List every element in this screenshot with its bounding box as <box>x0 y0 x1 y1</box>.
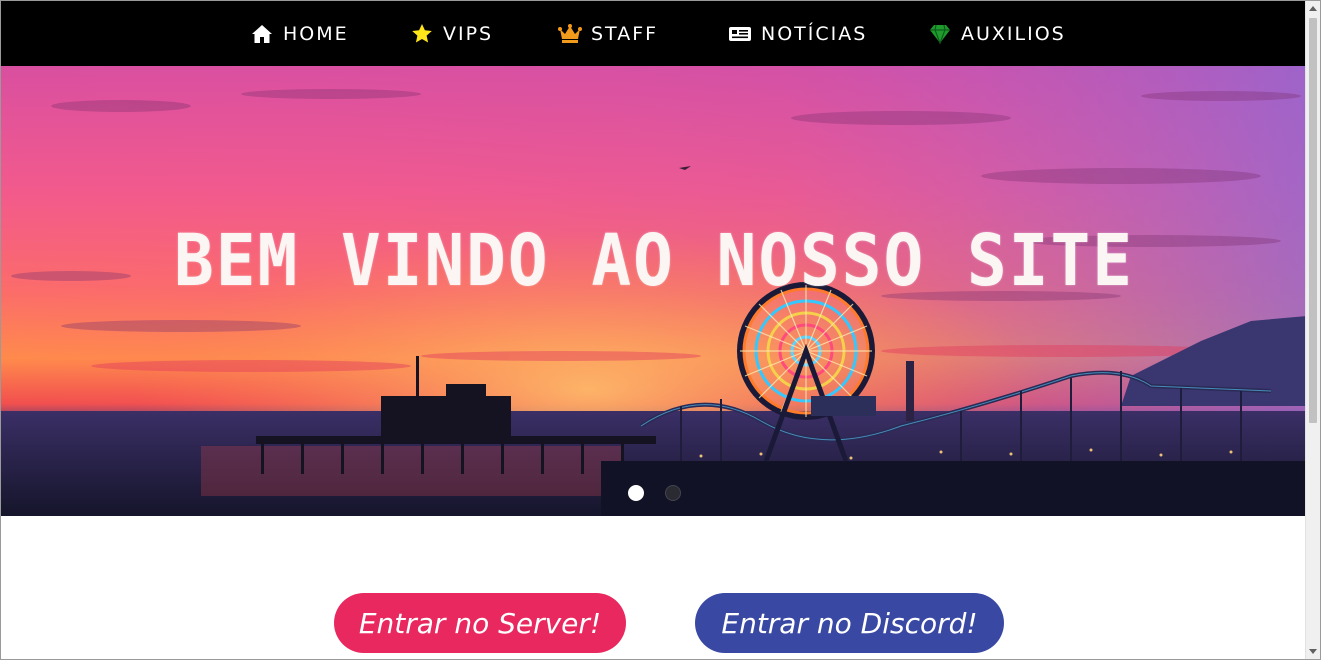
vertical-scrollbar[interactable] <box>1305 1 1320 659</box>
newspaper-icon <box>728 23 752 45</box>
nav-vips-label: VIPS <box>443 22 494 45</box>
join-discord-button[interactable]: Entrar no Discord! <box>695 593 1004 653</box>
nav-staff[interactable]: STAFF <box>558 1 658 66</box>
scroll-up-arrow-icon[interactable] <box>1309 6 1317 11</box>
join-server-button[interactable]: Entrar no Server! <box>334 593 626 653</box>
hero-title: BEM VINDO AO NOSSO SITE <box>174 218 1134 303</box>
crown-icon <box>558 23 582 45</box>
nav-home-label: HOME <box>283 22 349 45</box>
nav-staff-label: STAFF <box>591 22 659 45</box>
nav-noticias-label: NOTÍCIAS <box>761 22 868 45</box>
nav-vips[interactable]: VIPS <box>410 1 493 66</box>
scroll-down-arrow-icon[interactable] <box>1309 649 1317 654</box>
hero-carousel: BEM VINDO AO NOSSO SITE <box>1 66 1307 516</box>
nav-noticias[interactable]: NOTÍCIAS <box>728 1 867 66</box>
scrollbar-thumb[interactable] <box>1309 18 1317 423</box>
home-icon <box>250 23 274 45</box>
top-navbar: HOME VIPS STAFF NOTÍCIAS AUXILIOS <box>1 1 1307 66</box>
carousel-dot-2[interactable] <box>665 485 681 501</box>
nav-auxilios-label: AUXILIOS <box>961 22 1066 45</box>
page: HOME VIPS STAFF NOTÍCIAS AUXILIOS BEM VI… <box>0 0 1321 660</box>
nav-auxilios[interactable]: AUXILIOS <box>928 1 1066 66</box>
nav-home[interactable]: HOME <box>250 1 349 66</box>
star-icon <box>410 23 434 45</box>
carousel-dot-1[interactable] <box>628 485 644 501</box>
gem-icon <box>928 23 952 45</box>
